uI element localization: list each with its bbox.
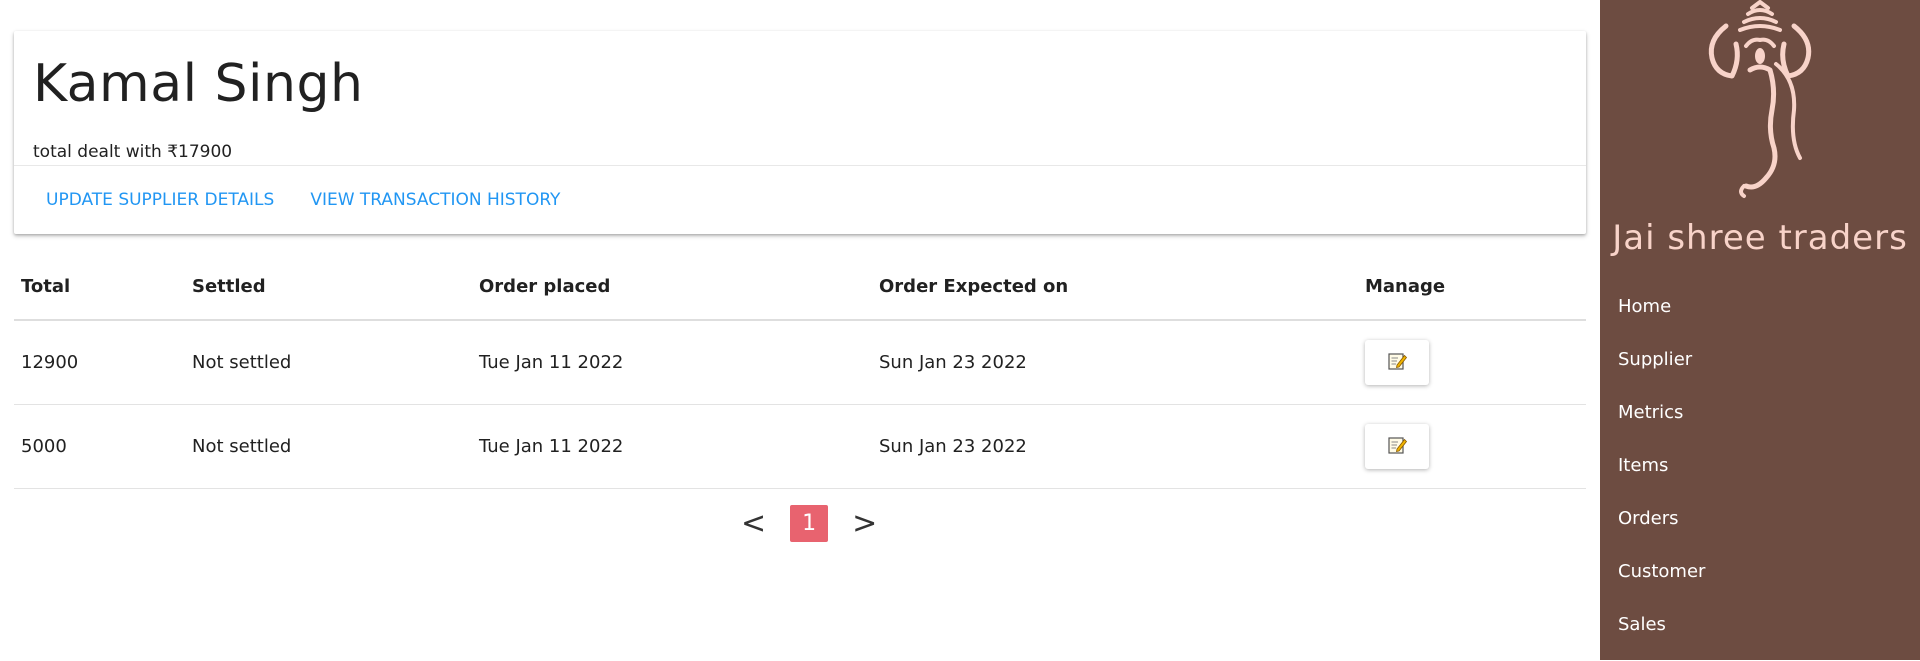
manage-order-button[interactable] xyxy=(1365,340,1429,385)
supplier-name: Kamal Singh xyxy=(33,54,364,114)
main-content: Kamal Singh total dealt with ₹17900 UPDA… xyxy=(0,0,1600,660)
update-supplier-details-button[interactable]: UPDATE SUPPLIER DETAILS xyxy=(46,190,274,210)
edit-note-icon xyxy=(1386,434,1408,459)
sidebar-item-home[interactable]: Home xyxy=(1618,290,1705,343)
sidebar: Jai shree traders Home Supplier Metrics … xyxy=(1600,0,1920,660)
previous-page-button[interactable]: < xyxy=(737,506,770,541)
view-transaction-history-button[interactable]: VIEW TRANSACTION HISTORY xyxy=(310,190,560,210)
column-header-total: Total xyxy=(14,254,185,321)
sidebar-item-metrics[interactable]: Metrics xyxy=(1618,396,1705,449)
pagination: < 1 > xyxy=(737,505,881,542)
sidebar-item-orders[interactable]: Orders xyxy=(1618,502,1705,555)
card-divider xyxy=(14,165,1586,166)
cell-settled: Not settled xyxy=(185,404,472,489)
cell-manage xyxy=(1358,404,1586,489)
cell-order-placed: Tue Jan 11 2022 xyxy=(472,320,872,405)
table-row: 12900 Not settled Tue Jan 11 2022 Sun Ja… xyxy=(14,320,1586,405)
orders-table: Total Settled Order placed Order Expecte… xyxy=(14,254,1586,489)
sidebar-nav: Home Supplier Metrics Items Orders Custo… xyxy=(1618,290,1705,661)
next-page-button[interactable]: > xyxy=(848,506,881,541)
table-row: 5000 Not settled Tue Jan 11 2022 Sun Jan… xyxy=(14,404,1586,489)
column-header-order-expected: Order Expected on xyxy=(872,254,1358,321)
column-header-settled: Settled xyxy=(185,254,472,321)
brand-name: Jai shree traders xyxy=(1612,218,1908,258)
manage-order-button[interactable] xyxy=(1365,424,1429,469)
supplier-card: Kamal Singh total dealt with ₹17900 UPDA… xyxy=(14,31,1586,234)
cell-order-placed: Tue Jan 11 2022 xyxy=(472,404,872,489)
edit-note-icon xyxy=(1386,350,1408,375)
table-header-row: Total Settled Order placed Order Expecte… xyxy=(14,254,1586,321)
ganesha-logo[interactable] xyxy=(1690,0,1830,205)
sidebar-item-items[interactable]: Items xyxy=(1618,449,1705,502)
page-number-current[interactable]: 1 xyxy=(790,505,829,542)
cell-order-expected: Sun Jan 23 2022 xyxy=(872,320,1358,405)
cell-order-expected: Sun Jan 23 2022 xyxy=(872,404,1358,489)
sidebar-item-supplier[interactable]: Supplier xyxy=(1618,343,1705,396)
column-header-manage: Manage xyxy=(1358,254,1586,321)
sidebar-item-sales[interactable]: Sales xyxy=(1618,608,1705,661)
cell-total: 5000 xyxy=(14,404,185,489)
cell-manage xyxy=(1358,320,1586,405)
cell-settled: Not settled xyxy=(185,320,472,405)
total-dealt-text: total dealt with ₹17900 xyxy=(33,142,233,162)
column-header-order-placed: Order placed xyxy=(472,254,872,321)
cell-total: 12900 xyxy=(14,320,185,405)
card-actions: UPDATE SUPPLIER DETAILS VIEW TRANSACTION… xyxy=(46,190,560,210)
sidebar-item-customer[interactable]: Customer xyxy=(1618,555,1705,608)
